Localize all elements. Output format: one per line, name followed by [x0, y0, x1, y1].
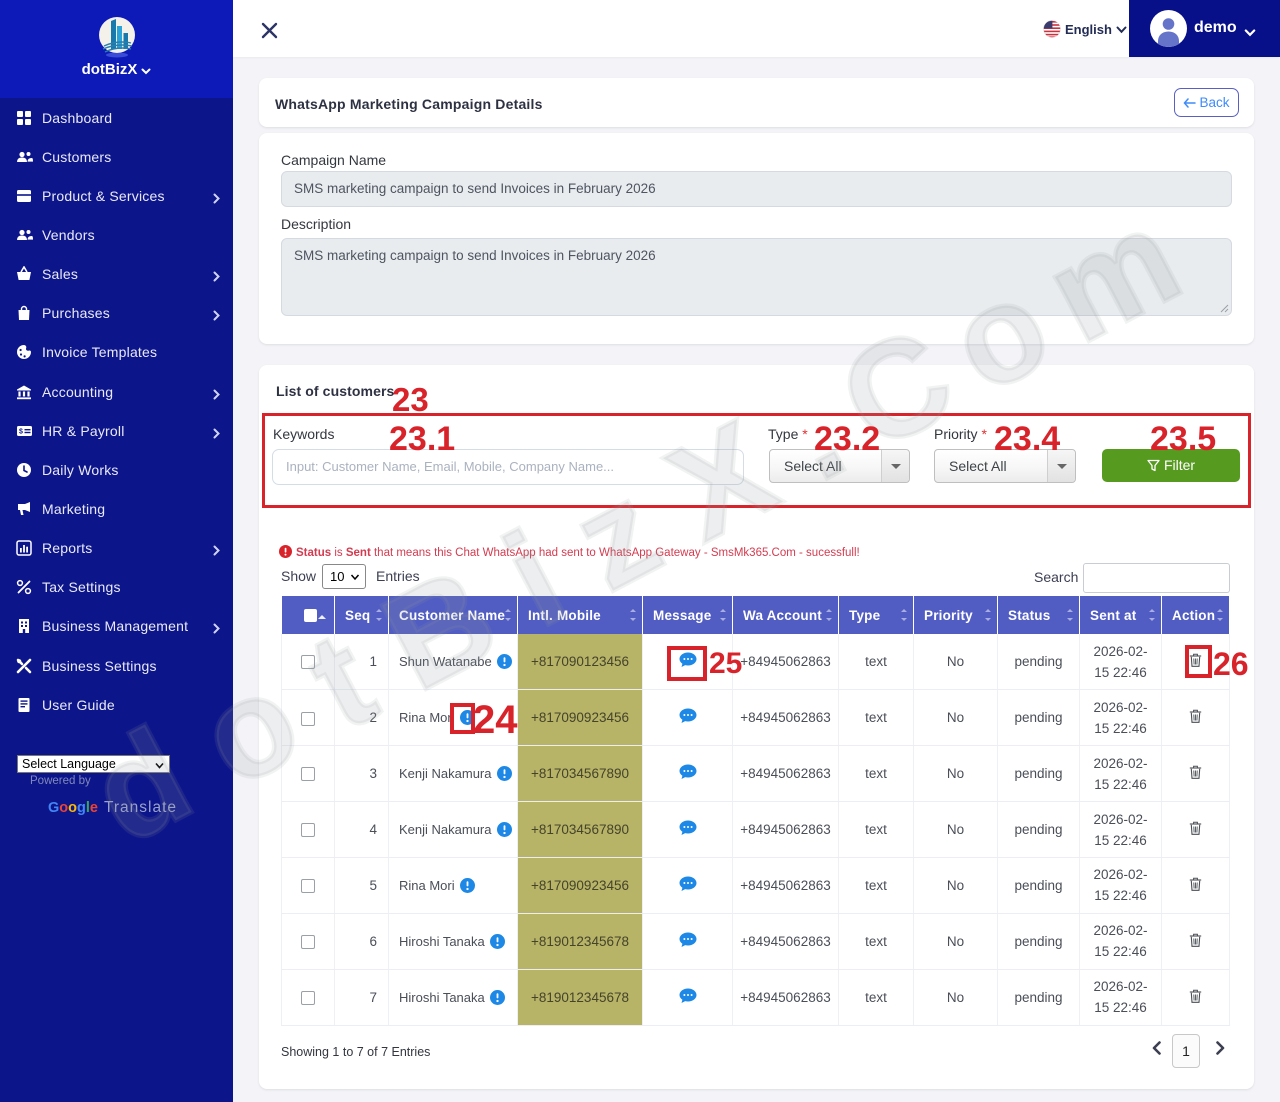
- svg-text:$: $: [19, 428, 23, 435]
